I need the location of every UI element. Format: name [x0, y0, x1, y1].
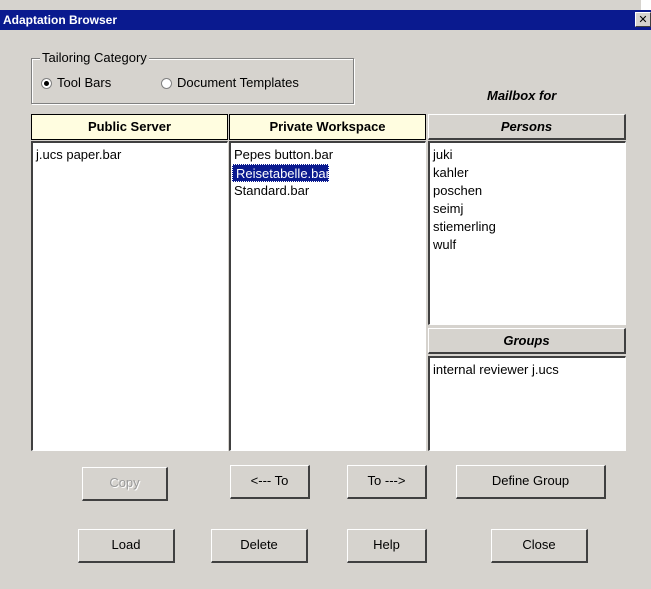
close-icon[interactable]: ✕	[635, 12, 651, 27]
delete-button[interactable]: Delete	[211, 529, 308, 563]
define-group-button[interactable]: Define Group	[456, 465, 606, 499]
radio-tool-bars-label: Tool Bars	[57, 75, 112, 90]
mailbox-for-label: Mailbox for	[487, 88, 557, 103]
radio-tool-bars[interactable]: Tool Bars	[41, 76, 111, 90]
list-item[interactable]: seimj	[430, 200, 625, 218]
private-workspace-header: Private Workspace	[229, 114, 426, 140]
load-button[interactable]: Load	[78, 529, 175, 563]
list-item[interactable]: j.ucs paper.bar	[33, 146, 227, 164]
list-item[interactable]: stiemerling	[430, 218, 625, 236]
persons-header[interactable]: Persons	[428, 114, 626, 140]
radio-document-templates[interactable]: Document Templates	[161, 76, 299, 90]
private-workspace-list[interactable]: Pepes button.bar Reisetabelle.bar Standa…	[229, 141, 426, 451]
persons-list[interactable]: juki kahler poschen seimj stiemerling wu…	[428, 141, 626, 325]
list-item[interactable]: poschen	[430, 182, 625, 200]
radio-document-templates-label: Document Templates	[177, 75, 299, 90]
list-item-selected[interactable]: Reisetabelle.bar	[232, 164, 330, 182]
to-right-button[interactable]: To --->	[347, 465, 427, 499]
copy-button[interactable]: Copy	[82, 467, 168, 501]
groups-header[interactable]: Groups	[428, 328, 626, 354]
radio-selected-icon[interactable]	[41, 77, 52, 89]
groups-list[interactable]: internal reviewer j.ucs	[428, 356, 626, 451]
window-title: Adaptation Browser	[3, 13, 118, 27]
list-item[interactable]: Standard.bar	[231, 182, 425, 200]
title-bar[interactable]: Adaptation Browser ✕	[0, 10, 651, 30]
list-item[interactable]: wulf	[430, 236, 625, 254]
tailoring-category-title: Tailoring Category	[40, 50, 149, 65]
list-item[interactable]: kahler	[430, 164, 625, 182]
public-server-list[interactable]: j.ucs paper.bar	[31, 141, 228, 451]
list-item[interactable]: internal reviewer j.ucs	[430, 361, 625, 379]
list-item[interactable]: Pepes button.bar	[231, 146, 425, 164]
close-button[interactable]: Close	[491, 529, 588, 563]
help-button[interactable]: Help	[347, 529, 427, 563]
public-server-header: Public Server	[31, 114, 228, 140]
list-item[interactable]: juki	[430, 146, 625, 164]
to-left-button[interactable]: <--- To	[230, 465, 310, 499]
radio-unselected-icon[interactable]	[161, 77, 172, 89]
